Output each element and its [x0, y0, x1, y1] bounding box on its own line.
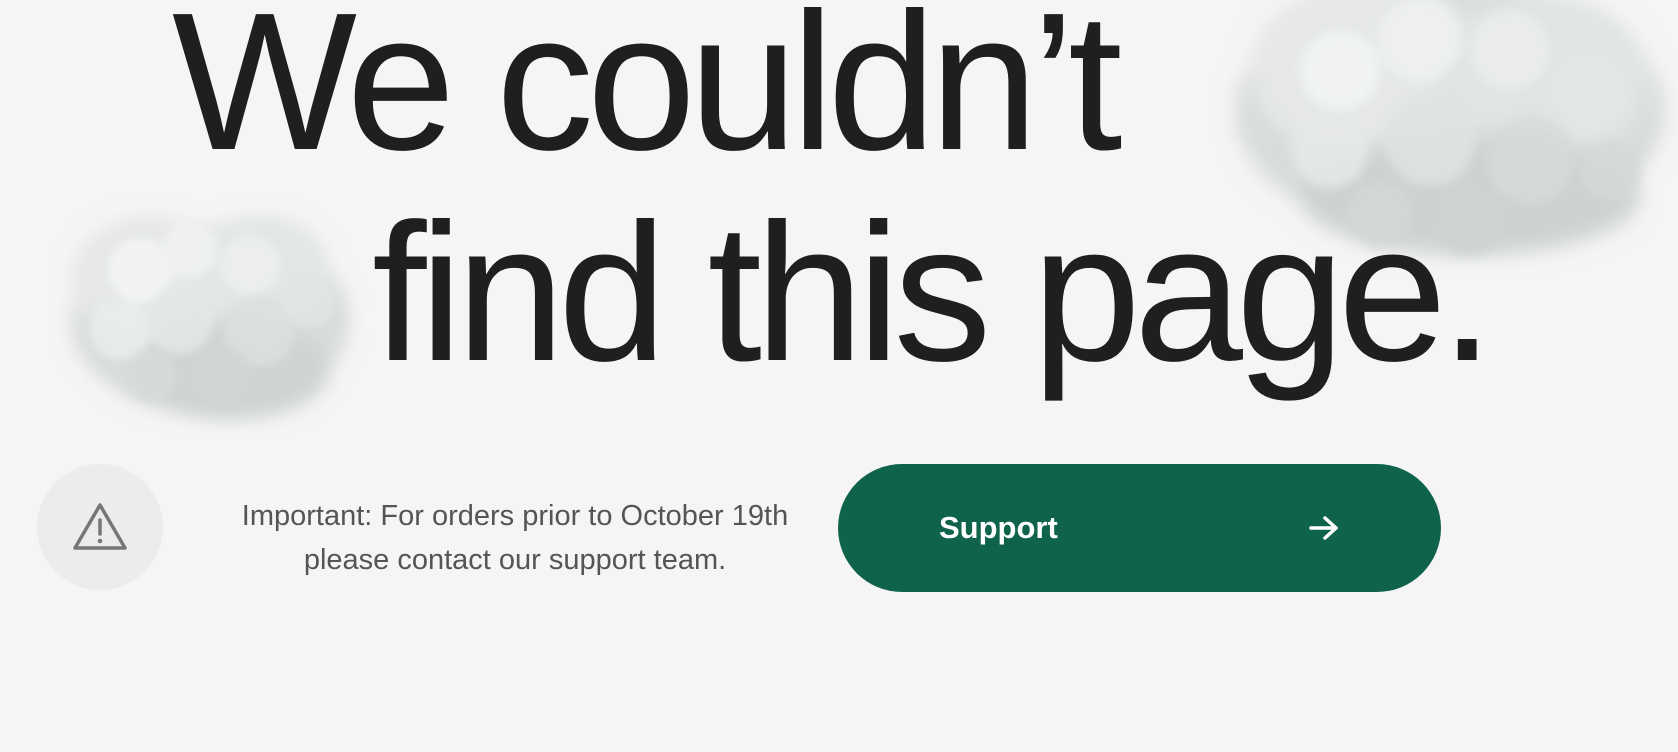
- support-button-label: Support: [939, 510, 1058, 545]
- page-title-line-2: find this page.: [372, 183, 1494, 402]
- warning-triangle-icon: [73, 503, 127, 550]
- warning-badge: [37, 464, 163, 590]
- arrow-right-icon: [1307, 514, 1341, 542]
- not-found-page: We couldn’t find this page. Important: F…: [0, 0, 1678, 752]
- cloud-left-image: [70, 215, 350, 420]
- page-title-line-1: We couldn’t: [172, 0, 1122, 191]
- order-notice-text: Important: For orders prior to October 1…: [241, 500, 789, 576]
- support-button[interactable]: Support: [838, 464, 1441, 592]
